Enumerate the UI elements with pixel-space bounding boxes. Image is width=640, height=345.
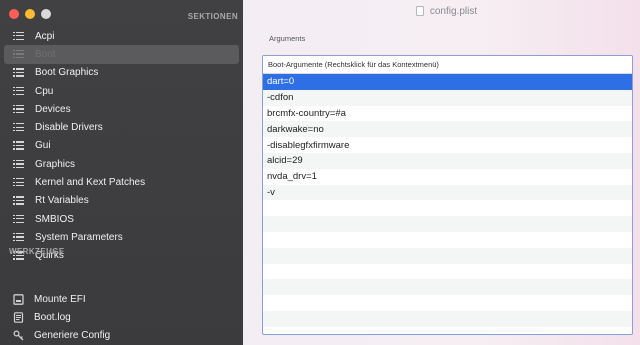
table-row[interactable] [263,247,632,264]
section-label: Arguments [269,34,306,43]
table-row[interactable]: darkwake=no [263,121,632,138]
section-list: Acpi Boot Boot Graphics Cpu Devices Disa… [0,27,243,265]
table-rows: dart=0 -cdfon brcmfx-country=#a darkwake=no… [263,74,632,327]
table-row[interactable]: brcmfx-country=#a [263,106,632,122]
list-icon [13,49,24,59]
sidebar-item-system-parameters[interactable]: System Parameters [0,228,243,246]
table-row[interactable]: alcid=29 [263,152,632,169]
sections-header: SEKTIONEN [187,12,238,21]
sidebar-item-devices[interactable]: Devices [0,100,243,118]
table-row[interactable]: dart=0 [263,74,632,90]
sidebar-item-boot-graphics[interactable]: Boot Graphics [0,64,243,82]
table-row[interactable] [263,200,632,216]
tool-item-label: Mounte EFI [34,293,86,305]
table-row[interactable] [263,232,632,248]
key-icon [13,329,24,341]
tool-item-label: Boot.log [34,311,71,323]
table-row[interactable]: -cdfon [263,89,632,106]
sidebar-item-boot[interactable]: Boot [4,45,239,64]
list-icon [13,196,24,205]
list-icon [13,86,24,96]
list-icon [13,232,24,242]
sidebar-item-label: Boot [35,48,56,60]
table-row[interactable]: -v [263,184,632,201]
sidebar-item-cpu[interactable]: Cpu [0,82,243,100]
sidebar-item-disable-drivers[interactable]: Disable Drivers [0,118,243,136]
sidebar-item-gui[interactable]: Gui [0,137,243,155]
sidebar-item-label: SMBIOS [35,213,74,225]
main-pane: config.plist Arguments Boot-Argumente (R… [243,0,640,345]
list-icon [13,178,24,187]
sidebar-item-label: Cpu [35,85,54,97]
sidebar-item-kernel-and-kext-patches[interactable]: Kernel and Kext Patches [0,173,243,191]
file-icon [415,6,424,16]
close-button[interactable] [9,9,19,19]
table-row[interactable] [263,310,632,327]
sidebar-item-label: System Parameters [35,231,123,243]
sidebar-item-graphics[interactable]: Graphics [0,155,243,173]
table-row[interactable] [263,279,632,296]
title-bar: config.plist [243,0,640,22]
list-icon [13,141,24,150]
list-icon [13,31,24,41]
tool-item-boot-log[interactable]: Boot.log [0,308,243,326]
tools-list: Mounte EFI Boot.log Generiere Config [0,290,243,344]
sidebar-item-label: Graphics [35,158,76,170]
disk-icon [13,293,24,305]
boot-arguments-table[interactable]: Boot-Argumente (Rechtsklick für das Kont… [262,55,633,335]
list-icon [13,123,24,132]
sidebar-item-label: Disable Drivers [35,122,103,134]
tools-header: WERKZEUGE [9,247,65,256]
tool-item-generate-config[interactable]: Generiere Config [0,326,243,344]
table-row[interactable] [263,264,632,280]
sidebar-item-rt-variables[interactable]: Rt Variables [0,192,243,210]
sidebar-item-label: Devices [35,103,71,115]
table-row[interactable]: -disablegfxfirmware [263,137,632,153]
window-controls [9,9,51,19]
window-title: config.plist [429,5,478,17]
list-icon [13,214,24,224]
sidebar: SEKTIONEN Acpi Boot Boot Graphics Cpu De… [0,0,243,345]
table-row[interactable] [263,216,632,232]
sidebar-item-label: Rt Variables [35,195,89,207]
sidebar-item-acpi[interactable]: Acpi [0,27,243,45]
table-row[interactable]: nvda_drv=1 [263,169,632,185]
document-icon [13,311,24,323]
sidebar-item-label: Acpi [35,30,55,42]
tool-item-mount-efi[interactable]: Mounte EFI [0,290,243,308]
sidebar-item-label: Kernel and Kext Patches [35,177,146,189]
sidebar-item-label: Gui [35,140,51,152]
table-column-header[interactable]: Boot-Argumente (Rechtsklick für das Kont… [263,56,632,74]
tool-item-label: Generiere Config [34,329,111,341]
zoom-button[interactable] [41,9,51,19]
minimize-button[interactable] [25,9,35,19]
list-icon [13,104,24,114]
sidebar-item-label: Boot Graphics [35,67,99,79]
table-row[interactable] [263,295,632,311]
list-icon [13,68,24,77]
sidebar-item-smbios[interactable]: SMBIOS [0,210,243,228]
list-icon [13,159,24,169]
